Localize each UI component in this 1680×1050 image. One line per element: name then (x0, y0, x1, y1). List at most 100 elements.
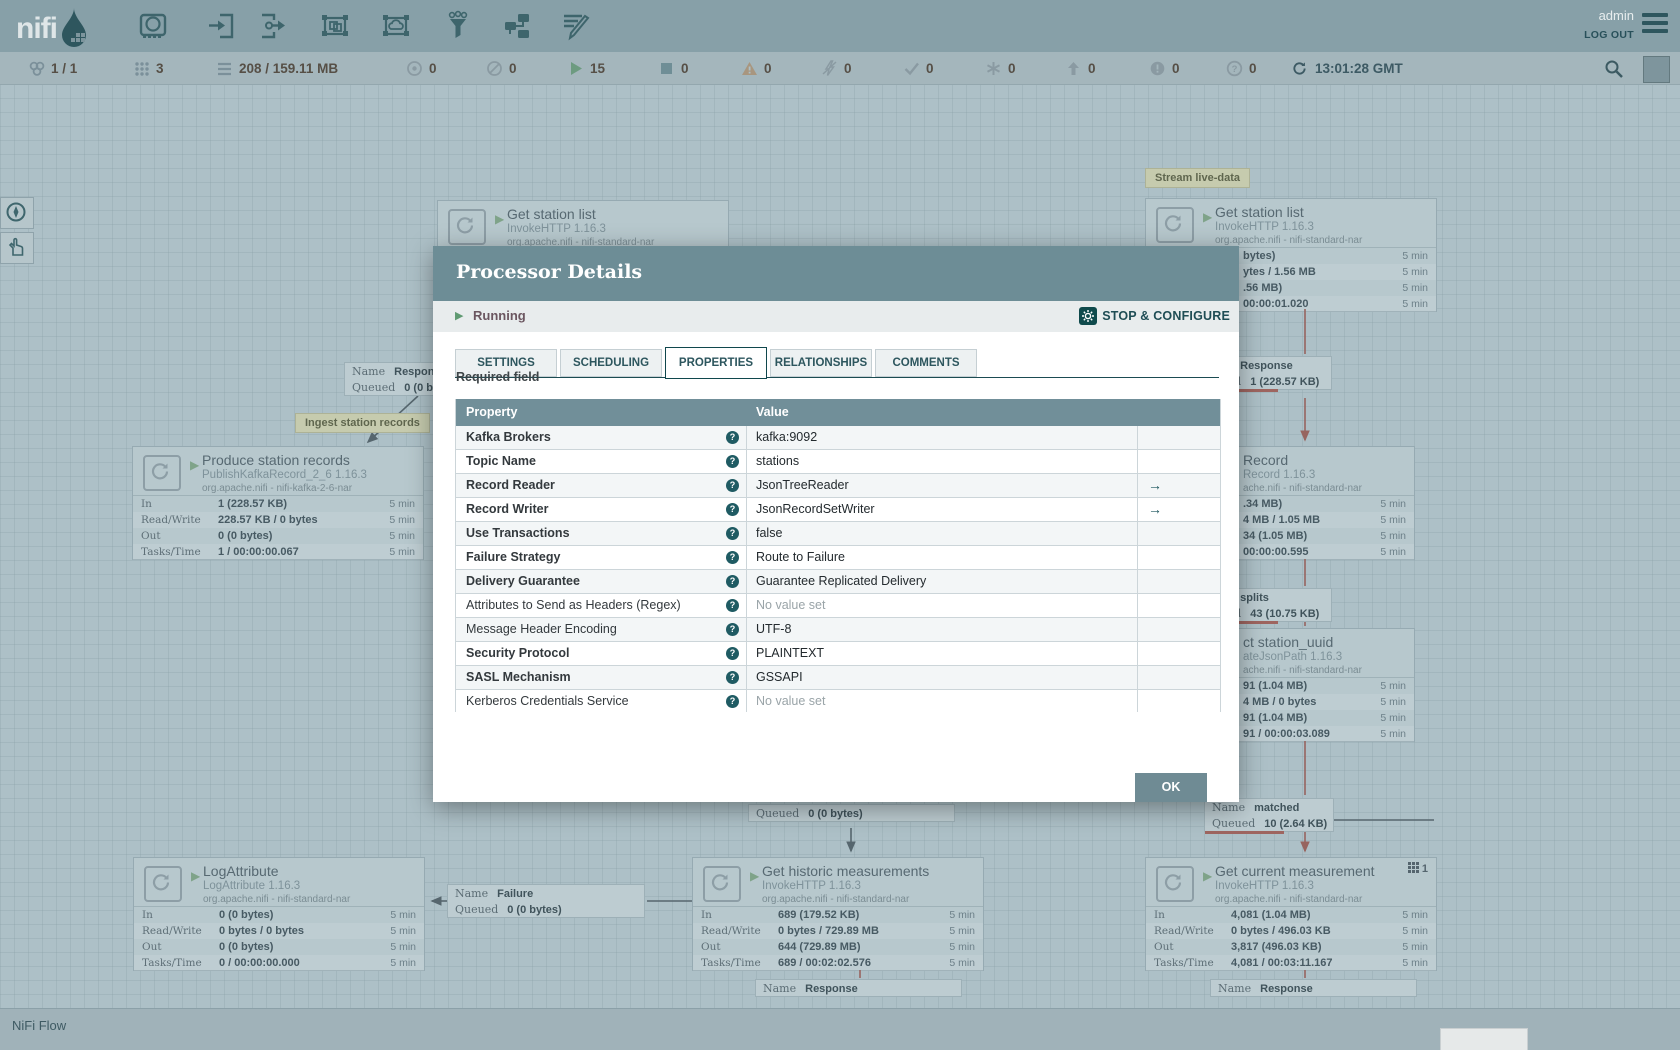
status-cluster: 1 / 1 (28, 52, 77, 84)
active-threads-icon (135, 61, 149, 76)
tab-comments[interactable]: COMMENTS (875, 349, 977, 377)
canvas-overlay-box (1440, 1028, 1528, 1050)
processor-get-current-measurement[interactable]: ▶ Get current measurement InvokeHTTP 1.16.… (1145, 857, 1437, 971)
funnel-icon[interactable] (442, 10, 474, 42)
global-menu-icon[interactable] (1642, 13, 1668, 35)
status-active-threads-count: 3 (156, 60, 164, 76)
help-icon[interactable]: ? (726, 551, 739, 564)
output-port-icon[interactable] (257, 10, 289, 42)
canvas-label[interactable]: Ingest station records (295, 413, 430, 433)
status-running: 15 (567, 52, 605, 84)
processor-title: Get station list (507, 206, 596, 222)
property-row[interactable]: Delivery Guarantee? Guarantee Replicated … (456, 570, 1220, 594)
run-indicator-icon: ▶ (191, 869, 201, 883)
processor-stamp-icon (1156, 866, 1194, 902)
conn-response-bottom-right[interactable]: Name Response (1210, 979, 1417, 997)
property-row[interactable]: Security Protocol? PLAINTEXT (456, 642, 1220, 666)
goto-service-icon[interactable]: → (1148, 498, 1162, 521)
property-name: SASL Mechanism (466, 670, 571, 684)
status-active-threads: 3 (133, 52, 164, 84)
processor-stamp-icon (448, 209, 486, 245)
search-icon[interactable] (1604, 59, 1624, 79)
stat-row: Tasks/Time 1 / 00:00:00.067 5 min (133, 544, 423, 560)
stop-and-configure-button[interactable]: STOP & CONFIGURE (1079, 307, 1230, 325)
logout-link[interactable]: LOG OUT (1584, 29, 1634, 41)
help-icon[interactable]: ? (726, 647, 739, 660)
last-refresh[interactable]: 13:01:28 GMT (1292, 52, 1403, 84)
tab-scheduling[interactable]: SCHEDULING (560, 349, 662, 377)
ok-button[interactable]: OK (1135, 773, 1207, 802)
processor-icon[interactable] (137, 10, 169, 42)
status-cluster-count: 1 / 1 (51, 60, 78, 76)
conn-failure[interactable]: Name Failure Queued 0 (0 bytes) (447, 884, 645, 918)
property-row[interactable]: Record Reader? JsonTreeReader → (456, 474, 1220, 498)
status-transmitting-count: 0 (429, 60, 437, 76)
help-icon[interactable]: ? (726, 599, 739, 612)
help-icon[interactable]: ? (726, 455, 739, 468)
status-stopped-count: 0 (681, 60, 689, 76)
hand-button[interactable] (0, 232, 34, 264)
property-row[interactable]: Kafka Brokers? kafka:9092 (456, 426, 1220, 450)
processor-produce-station-records[interactable]: ▶ Produce station records PublishKafkaReco… (132, 446, 424, 560)
transmitting-icon (407, 60, 422, 76)
goto-service-icon[interactable]: → (1148, 474, 1162, 497)
help-icon[interactable]: ? (726, 575, 739, 588)
property-row[interactable]: Use Transactions? false (456, 522, 1220, 546)
stat-row: Out 0 (0 bytes) 5 min (141, 530, 415, 542)
running-icon: ▶ (455, 310, 464, 322)
conn-response-bottom-center[interactable]: Name Response (755, 979, 962, 997)
dialog-header: Processor Details (433, 246, 1239, 301)
property-row[interactable]: Record Writer? JsonRecordSetWriter → (456, 498, 1220, 522)
processor-logattribute[interactable]: ▶ LogAttribute LogAttribute 1.16.3 org.apac… (133, 857, 425, 971)
template-icon[interactable] (501, 10, 533, 42)
conn-matched[interactable]: Name matched Queued 10 (2.64 KB) (1204, 798, 1334, 834)
connection-label-row: Name Failure (455, 887, 534, 900)
processor-bundle: org.apache.nifi - nifi-standard-nar (203, 894, 351, 905)
processor-stats: In 1 (228.57 KB) 5 min Read/Write 228.57 KB … (133, 495, 423, 560)
navigate-button[interactable] (0, 197, 34, 229)
help-icon[interactable]: ? (726, 527, 739, 540)
property-row[interactable]: SASL Mechanism? GSSAPI (456, 666, 1220, 690)
stat-row: Out 644 (729.89 MB) 5 min (701, 941, 975, 953)
processor-title: Get station list (1215, 204, 1304, 220)
processor-type: ateJsonPath 1.16.3 (1243, 651, 1343, 663)
app-header: nifi admin LOG OUT (0, 0, 1680, 52)
canvas-label[interactable]: Stream live-data (1145, 168, 1250, 188)
help-icon[interactable]: ? (726, 671, 739, 684)
breadcrumb[interactable]: NiFi Flow (12, 1018, 66, 1033)
stop-and-configure-label: STOP & CONFIGURE (1102, 309, 1230, 323)
stat-row: In 0 (0 bytes) 5 min (142, 909, 416, 921)
input-port-icon[interactable] (206, 10, 238, 42)
label-icon[interactable] (560, 10, 592, 42)
processor-get-historic-measurements[interactable]: ▶ Get historic measurements InvokeHTTP 1.1… (692, 857, 984, 971)
property-row[interactable]: Topic Name? stations (456, 450, 1220, 474)
help-icon[interactable]: ? (726, 695, 739, 708)
help-icon[interactable]: ? (726, 479, 739, 492)
status-locally-modified-stale-count: 0 (1172, 60, 1180, 76)
help-icon[interactable]: ? (726, 431, 739, 444)
property-row[interactable]: Attributes to Send as Headers (Regex)? No… (456, 594, 1220, 618)
stat-row: Tasks/Time 4,081 / 00:03:11.167 5 min (1146, 955, 1436, 971)
status-not-transmitting: 0 (486, 52, 517, 84)
property-row[interactable]: Message Header Encoding? UTF-8 (456, 618, 1220, 642)
property-value: JsonRecordSetWriter (756, 502, 875, 516)
remote-process-group-icon[interactable] (380, 10, 412, 42)
help-icon[interactable]: ? (726, 623, 739, 636)
conn-queued-historic[interactable]: Queued 0 (0 bytes) (748, 804, 955, 822)
processor-title: Get historic measurements (762, 863, 930, 879)
status-locally-modified: 0 (985, 52, 1016, 84)
stat-row: Tasks/Time 689 / 00:02:02.576 5 min (693, 955, 983, 971)
processor-type: InvokeHTTP 1.16.3 (507, 223, 606, 235)
process-group-icon[interactable] (319, 10, 351, 42)
property-row[interactable]: Failure Strategy? Route to Failure (456, 546, 1220, 570)
processor-stats: In 4,081 (1.04 MB) 5 min Read/Write 0 bytes … (1146, 906, 1436, 971)
property-row[interactable]: Kerberos Credentials Service? No value se… (456, 690, 1220, 712)
tab-properties[interactable]: PROPERTIES (665, 347, 767, 379)
status-menu-button[interactable] (1643, 56, 1670, 83)
stat-row: Read/Write 228.57 KB / 0 bytes 5 min (133, 512, 423, 528)
tab-relationships[interactable]: RELATIONSHIPS (770, 349, 872, 377)
processor-title: LogAttribute (203, 863, 279, 879)
help-icon[interactable]: ? (726, 503, 739, 516)
processor-type: InvokeHTTP 1.16.3 (1215, 221, 1314, 233)
status-up-to-date: 0 (903, 52, 934, 84)
